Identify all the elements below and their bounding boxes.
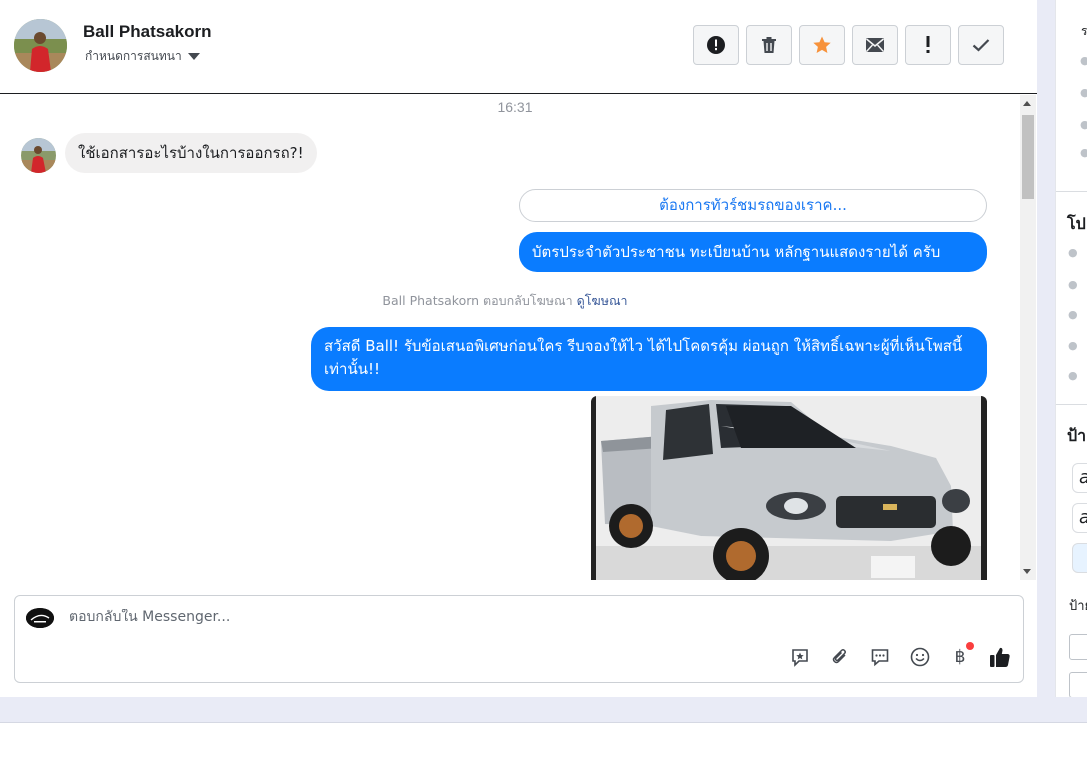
sidebar-label: ป้าย [1069,599,1087,614]
check-icon [972,39,990,52]
alert-circle-icon [707,36,725,54]
ad-reply-text: Ball Phatsakorn ตอบกลับโฆษณา [382,293,573,308]
scroll-up-arrow-icon[interactable] [1023,101,1031,106]
sidebar-input[interactable] [1069,672,1087,697]
sidebar-divider [1056,191,1087,192]
chat-bubble-icon [871,649,889,667]
scrollbar-thumb[interactable] [1022,115,1034,199]
mark-spam-button[interactable] [693,25,739,65]
sidebar-divider [1056,404,1087,405]
page-avatar [26,608,54,628]
saved-reply-icon [792,649,808,667]
header-actions [693,25,1004,65]
scroll-down-arrow-icon[interactable] [1023,569,1031,574]
label-chip[interactable]: a [1072,463,1087,493]
payment-button[interactable]: ฿ [949,642,974,668]
quick-reply-button[interactable]: ต้องการทัวร์ชมรถของเราค... [519,189,987,222]
emoji-icon [910,647,930,667]
assign-label: กำหนดการสนทนา [85,49,182,63]
attachment-icon [832,649,846,664]
phone-icon: ● [1080,54,1087,67]
outgoing-promo-message: สวัสดี Ball! รับข้อเสนอพิเศษก่อนใคร รีบจ… [311,327,987,391]
follow-up-button[interactable] [905,25,951,65]
message-thread[interactable]: 16:31 ใช้เอกสารอะไรบ้างในการออกรถ?! ต้อง… [0,95,1020,580]
thumbs-up-icon [990,647,1010,667]
mark-done-button[interactable] [958,25,1004,65]
label-chip[interactable]: a [1072,503,1087,533]
sidebar-heading-profile: โป [1067,214,1086,233]
inbox-page: Ball Phatsakorn กำหนดการสนทนา 16:31 ใช้เ… [0,0,1087,768]
message-timestamp: 16:31 [497,99,533,115]
composer-tools: ฿ [789,642,1011,668]
clock-icon: ● [1068,246,1078,259]
chevron-down-icon [187,53,200,60]
delete-button[interactable] [746,25,792,65]
reply-composer: ฿ [14,595,1024,683]
label-chip-active[interactable] [1072,543,1087,573]
like-icon: ● [1080,118,1087,131]
contact-name: Ball Phatsakorn [83,22,212,41]
reply-input[interactable] [69,609,769,625]
notification-dot [966,642,974,650]
outgoing-message: บัตรประจำตัวประชาชน ทะเบียนบ้าน หลักฐานแ… [519,232,987,272]
location-icon: ● [1068,369,1078,382]
sidebar-heading-labels: ป้า [1067,426,1087,445]
envelope-icon [865,38,885,52]
home-icon: ● [1080,146,1087,159]
view-ad-link[interactable]: ดูโฆษณา [577,293,628,308]
thumb-icon: ● [1068,278,1078,291]
star-button[interactable] [799,25,845,65]
sidebar-input[interactable] [1069,634,1087,660]
chat-reply-button[interactable] [869,646,891,668]
pickup-truck-image[interactable] [591,396,987,580]
conversation-panel: Ball Phatsakorn กำหนดการสนทนา 16:31 ใช้เ… [0,0,1037,697]
contact-avatar[interactable] [14,19,67,72]
briefcase-icon: ● [1068,308,1078,321]
exclamation-icon [926,36,930,53]
email-icon: ● [1080,86,1087,99]
like-button[interactable] [989,646,1011,668]
sidebar-letter: ร [1081,24,1087,38]
page-bottom-divider [0,722,1087,723]
trash-icon [762,37,776,53]
mark-unread-button[interactable] [852,25,898,65]
contact-details-sidebar: ร ● ● ● ● โป ● ● ● ● ● ป้า a a ป้าย [1055,0,1087,697]
incoming-message: ใช้เอกสารอะไรบ้างในการออกรถ?! [65,133,317,173]
emoji-button[interactable] [909,646,931,668]
graduation-icon: ● [1068,339,1078,352]
conversation-header: Ball Phatsakorn กำหนดการสนทนา [0,0,1037,94]
sender-avatar [21,138,56,173]
saved-reply-button[interactable] [789,646,811,668]
thread-scrollbar[interactable] [1020,95,1036,580]
ad-reply-note: Ball Phatsakorn ตอบกลับโฆษณา ดูโฆษณา [0,291,1010,311]
baht-payment-icon: ฿ [954,647,966,667]
star-icon [813,36,831,53]
attach-file-button[interactable] [829,646,851,668]
assign-conversation-dropdown[interactable]: กำหนดการสนทนา [85,47,200,66]
